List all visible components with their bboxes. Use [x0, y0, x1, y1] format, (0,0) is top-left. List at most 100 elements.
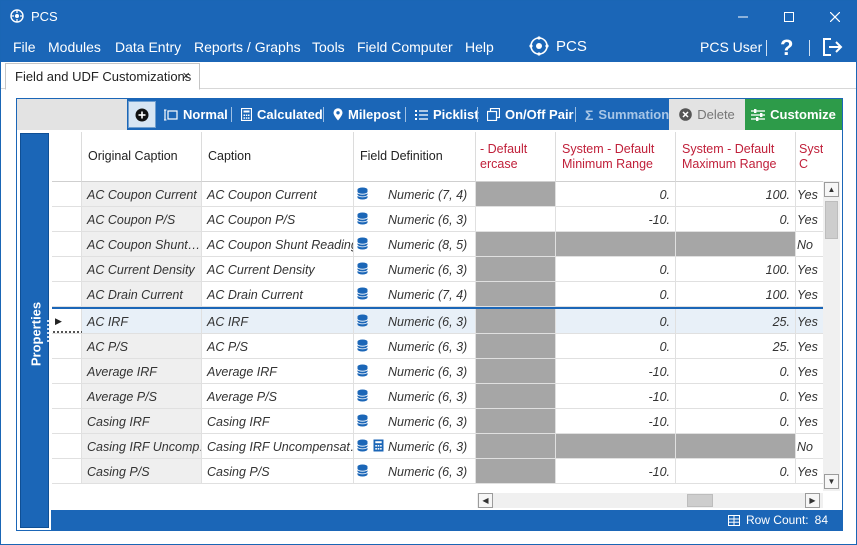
menu-modules[interactable]: Modules [48, 39, 101, 55]
table-row[interactable]: AC Current Density AC Current Density Nume… [52, 257, 823, 282]
system-flag-cell[interactable]: Yes [796, 459, 823, 484]
caption-cell[interactable]: AC Current Density [202, 257, 354, 282]
caption-cell[interactable]: AC Coupon Current [202, 182, 354, 207]
field-definition-cell[interactable]: Numeric (6, 3) [354, 207, 476, 232]
field-definition-cell[interactable]: Numeric (6, 3) [354, 459, 476, 484]
picklist-button[interactable]: Picklist [415, 99, 479, 130]
system-flag-cell[interactable]: Yes [796, 257, 823, 282]
maximize-button[interactable] [766, 1, 812, 32]
row-selector[interactable] [52, 207, 82, 232]
field-definition-cell[interactable]: Numeric (6, 3) [354, 384, 476, 409]
user-menu[interactable]: PCS User [700, 39, 762, 55]
caption-cell[interactable]: AC P/S [202, 334, 354, 359]
maximum-range-cell[interactable]: 100. [676, 182, 796, 207]
tab-close-icon[interactable]: × [182, 68, 190, 83]
maximum-range-cell[interactable]: 100. [676, 282, 796, 307]
table-row[interactable]: AC Coupon Current AC Coupon Current Numeri… [52, 182, 823, 207]
system-flag-cell[interactable]: No [796, 232, 823, 257]
caption-cell[interactable]: Casing IRF Uncompensat… [202, 434, 354, 459]
menu-reports-graphs[interactable]: Reports / Graphs [194, 39, 301, 55]
customize-button[interactable]: Customize [745, 99, 842, 130]
row-selector[interactable] [52, 257, 82, 282]
scroll-left-icon[interactable]: ◀ [478, 493, 493, 508]
maximum-range-cell[interactable]: 0. [676, 409, 796, 434]
menu-file[interactable]: File [13, 39, 36, 55]
field-definition-cell[interactable]: Numeric (7, 4) [354, 282, 476, 307]
table-row[interactable]: Average P/S Average P/S Numeric (6, 3) -10.… [52, 384, 823, 409]
summation-button[interactable]: Σ Summation [585, 99, 669, 130]
help-button[interactable]: ? [780, 35, 793, 61]
vertical-scrollbar[interactable]: ▲ ▼ [823, 181, 840, 491]
caption-cell[interactable]: Average P/S [202, 384, 354, 409]
table-row[interactable]: ▶ AC IRF AC IRF Numeric (6, 3) 0. 25. Yes [52, 307, 823, 334]
delete-button[interactable]: Delete [669, 99, 745, 130]
minimum-range-cell[interactable]: -10. [556, 459, 676, 484]
milepost-button[interactable]: Milepost [333, 99, 401, 130]
system-flag-cell[interactable]: Yes [796, 359, 823, 384]
caption-cell[interactable]: AC Coupon P/S [202, 207, 354, 232]
add-button[interactable] [128, 101, 156, 128]
minimum-range-cell[interactable]: 0. [556, 182, 676, 207]
column-header-field-definition[interactable]: Field Definition [354, 132, 476, 182]
row-selector[interactable] [52, 359, 82, 384]
caption-cell[interactable]: Casing IRF [202, 409, 354, 434]
table-row[interactable]: AC Coupon P/S AC Coupon P/S Numeric (6, 3)… [52, 207, 823, 232]
exit-icon[interactable] [822, 37, 844, 57]
system-flag-cell[interactable]: Yes [796, 334, 823, 359]
caption-cell[interactable]: Average IRF [202, 359, 354, 384]
minimum-range-cell[interactable]: 0. [556, 309, 676, 334]
field-definition-cell[interactable]: Numeric (6, 3) [354, 257, 476, 282]
field-definition-cell[interactable]: Numeric (6, 3) [354, 409, 476, 434]
row-selector[interactable] [52, 384, 82, 409]
row-selector[interactable] [52, 282, 82, 307]
menu-data-entry[interactable]: Data Entry [115, 39, 181, 55]
table-row[interactable]: Average IRF Average IRF Numeric (6, 3) -10.… [52, 359, 823, 384]
scroll-right-icon[interactable]: ▶ [805, 493, 820, 508]
table-row[interactable]: AC Coupon Shunt… AC Coupon Shunt Reading N… [52, 232, 823, 257]
minimum-range-cell[interactable]: -10. [556, 359, 676, 384]
field-definition-cell[interactable]: Numeric (6, 3) [354, 434, 476, 459]
maximum-range-cell[interactable]: 0. [676, 207, 796, 232]
on-off-pair-button[interactable]: On/Off Pair [487, 99, 574, 130]
properties-panel-toggle[interactable]: Properties [20, 133, 49, 528]
table-row[interactable]: AC P/S AC P/S Numeric (6, 3) 0. 25. Yes [52, 334, 823, 359]
caption-cell[interactable]: AC Drain Current [202, 282, 354, 307]
caption-cell[interactable]: AC Coupon Shunt Reading [202, 232, 354, 257]
minimum-range-cell[interactable]: -10. [556, 384, 676, 409]
minimum-range-cell[interactable]: 0. [556, 334, 676, 359]
table-row[interactable]: Casing P/S Casing P/S Numeric (6, 3) -10. 0.… [52, 459, 823, 484]
column-header-minimum-range[interactable]: System - Default Minimum Range [556, 132, 676, 182]
table-row[interactable]: Casing IRF Uncomp… Casing IRF Uncompensat… [52, 434, 823, 459]
minimum-range-cell[interactable]: 0. [556, 282, 676, 307]
close-window-button[interactable] [812, 1, 857, 32]
field-definition-cell[interactable]: Numeric (7, 4) [354, 182, 476, 207]
caption-cell[interactable]: Casing P/S [202, 459, 354, 484]
menu-help[interactable]: Help [465, 39, 494, 55]
row-selector[interactable] [52, 182, 82, 207]
row-selector[interactable] [52, 232, 82, 257]
column-header-maximum-range[interactable]: System - Default Maximum Range [676, 132, 796, 182]
column-header-original-caption[interactable]: Original Caption [82, 132, 202, 182]
column-header-system-c[interactable]: Syste C [796, 132, 823, 182]
table-row[interactable]: AC Drain Current AC Drain Current Numeric … [52, 282, 823, 307]
row-selector[interactable] [52, 334, 82, 359]
field-definition-cell[interactable]: Numeric (6, 3) [354, 309, 476, 334]
calculated-button[interactable]: Calculated [241, 99, 323, 130]
splitter-grip[interactable] [47, 320, 49, 342]
system-flag-cell[interactable]: No [796, 434, 823, 459]
row-selector[interactable]: ▶ [52, 309, 83, 334]
maximum-range-cell[interactable]: 100. [676, 257, 796, 282]
scroll-up-icon[interactable]: ▲ [824, 182, 839, 197]
minimum-range-cell[interactable]: 0. [556, 257, 676, 282]
table-row[interactable]: Casing IRF Casing IRF Numeric (6, 3) -10. 0.… [52, 409, 823, 434]
column-header-caption[interactable]: Caption [202, 132, 354, 182]
tab-field-udf-customizations[interactable]: Field and UDF Customizations × [5, 63, 200, 90]
system-flag-cell[interactable]: Yes [796, 182, 823, 207]
menu-field-computer[interactable]: Field Computer [357, 39, 453, 55]
minimum-range-cell[interactable]: -10. [556, 207, 676, 232]
field-definition-cell[interactable]: Numeric (6, 3) [354, 334, 476, 359]
menu-tools[interactable]: Tools [312, 39, 345, 55]
default-percent-cell[interactable] [476, 207, 556, 232]
caption-cell[interactable]: AC IRF [202, 309, 354, 334]
minimize-button[interactable] [720, 1, 766, 32]
